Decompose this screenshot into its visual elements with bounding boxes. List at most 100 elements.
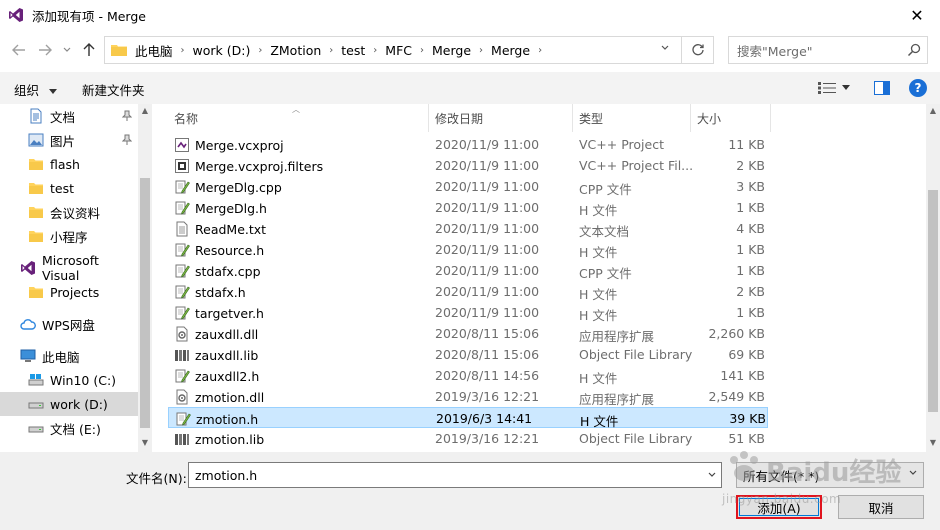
source-file-icon <box>174 263 190 279</box>
breadcrumb-separator-icon[interactable]: › <box>538 45 542 56</box>
file-row[interactable]: MergeDlg.h 2020/11/9 11:00 H 文件 1 KB <box>168 197 768 218</box>
file-name: MergeDlg.cpp <box>195 179 282 195</box>
file-row[interactable]: Merge.vcxproj.filters 2020/11/9 11:00 VC++… <box>168 155 768 176</box>
file-row[interactable]: zauxdll.lib 2020/8/11 15:06 Object File Li… <box>168 344 768 365</box>
file-row[interactable]: zauxdll2.h 2020/8/11 14:56 H 文件 141 KB <box>168 365 768 386</box>
breadcrumb-item[interactable]: Merge <box>432 43 471 58</box>
address-dropdown[interactable] <box>650 36 680 60</box>
filelist-scrollbar[interactable]: ▲ ▼ <box>926 104 940 452</box>
breadcrumb-item[interactable]: 此电脑 <box>135 41 173 60</box>
column-date[interactable]: 修改日期 <box>429 104 573 132</box>
file-name: zauxdll2.h <box>195 368 260 384</box>
file-row[interactable]: Resource.h 2020/11/9 11:00 H 文件 1 KB <box>168 239 768 260</box>
scroll-up-arrow[interactable]: ▲ <box>926 106 940 118</box>
filename-dropdown[interactable] <box>703 463 721 487</box>
sidebar-item[interactable]: 会议资料 <box>0 200 138 224</box>
breadcrumb-separator-icon[interactable]: › <box>479 45 483 56</box>
arrow-up-icon <box>83 43 95 56</box>
scroll-down-arrow[interactable]: ▼ <box>138 438 152 450</box>
file-name: stdafx.cpp <box>195 263 261 279</box>
sidebar-item[interactable]: work (D:) <box>0 392 138 416</box>
recent-dropdown[interactable] <box>56 38 78 62</box>
sidebar-item[interactable]: WPS网盘 <box>0 312 138 336</box>
up-button[interactable] <box>78 38 100 62</box>
sidebar-item-label: flash <box>50 156 80 172</box>
text-file-icon <box>174 221 190 237</box>
file-row[interactable]: stdafx.h 2020/11/9 11:00 H 文件 2 KB <box>168 281 768 302</box>
file-name-cell: Merge.vcxproj <box>174 137 430 153</box>
file-row[interactable]: MergeDlg.cpp 2020/11/9 11:00 CPP 文件 3 KB <box>168 176 768 197</box>
file-date: 2019/3/16 12:21 <box>435 431 540 446</box>
file-name-cell: Merge.vcxproj.filters <box>174 158 430 174</box>
scroll-up-arrow[interactable]: ▲ <box>138 106 152 118</box>
scrollbar-thumb[interactable] <box>140 178 150 428</box>
file-date: 2020/8/11 14:56 <box>435 368 540 383</box>
file-type: H 文件 <box>579 245 618 260</box>
breadcrumb-separator-icon[interactable]: › <box>329 45 333 56</box>
column-type[interactable]: 类型 <box>573 104 691 132</box>
sidebar-item[interactable]: 文档 <box>0 104 138 128</box>
sidebar-item[interactable]: 图片 <box>0 128 138 152</box>
sidebar-item[interactable]: 小程序 <box>0 224 138 248</box>
breadcrumb-item[interactable]: ZMotion <box>270 43 321 58</box>
file-row[interactable]: Merge.vcxproj 2020/11/9 11:00 VC++ Project… <box>168 134 768 155</box>
file-date: 2020/8/11 15:06 <box>435 326 540 341</box>
filters-icon <box>174 158 190 174</box>
file-size: 69 KB <box>728 347 765 362</box>
file-type: H 文件 <box>579 308 618 323</box>
forward-button[interactable] <box>34 38 56 62</box>
refresh-button[interactable] <box>682 36 714 64</box>
help-button[interactable]: ? <box>909 79 927 97</box>
file-type-select[interactable]: 所有文件(*.*) <box>736 462 924 488</box>
search-input[interactable]: 搜索"Merge" <box>728 36 928 64</box>
sidebar-item-label: 文档 <box>50 109 76 125</box>
breadcrumb-separator-icon[interactable]: › <box>373 45 377 56</box>
scrollbar-thumb[interactable] <box>928 190 938 412</box>
chevron-down-icon <box>63 47 71 52</box>
sidebar-item[interactable]: test <box>0 176 138 200</box>
file-row[interactable]: ReadMe.txt 2020/11/9 11:00 文本文档 4 KB <box>168 218 768 239</box>
back-button[interactable] <box>8 38 30 62</box>
source-file-icon <box>174 200 190 216</box>
file-row[interactable]: zmotion.dll 2019/3/16 12:21 应用程序扩展 2,549 KB <box>168 386 768 407</box>
add-button[interactable]: 添加(A) <box>736 495 822 519</box>
file-name: Merge.vcxproj <box>195 137 284 153</box>
close-button[interactable]: ✕ <box>894 0 940 30</box>
sidebar-item[interactable]: 此电脑 <box>0 344 138 368</box>
file-name-cell: zmotion.lib <box>174 431 430 447</box>
file-row[interactable]: targetver.h 2020/11/9 11:00 H 文件 1 KB <box>168 302 768 323</box>
sidebar-item[interactable]: 文档 (E:) <box>0 416 138 440</box>
organize-menu[interactable]: 组织 <box>14 80 57 99</box>
column-header-row: 名称 ︿ 修改日期 类型 大小 <box>168 104 940 132</box>
breadcrumb-item[interactable]: test <box>341 43 365 58</box>
column-size[interactable]: 大小 <box>691 104 771 132</box>
sidebar-item[interactable]: Win10 (C:) <box>0 368 138 392</box>
filename-input[interactable]: zmotion.h <box>188 462 722 488</box>
preview-pane-button[interactable] <box>874 81 890 95</box>
breadcrumb-item[interactable]: work (D:) <box>193 43 251 58</box>
new-folder-button[interactable]: 新建文件夹 <box>82 80 145 99</box>
change-view-button[interactable] <box>818 81 852 95</box>
breadcrumb-item[interactable]: Merge <box>491 43 530 58</box>
file-name: zauxdll.lib <box>195 347 259 363</box>
file-row[interactable]: stdafx.cpp 2020/11/9 11:00 CPP 文件 1 KB <box>168 260 768 281</box>
organize-label: 组织 <box>14 83 40 98</box>
file-size: 1 KB <box>736 200 765 215</box>
breadcrumb-separator-icon[interactable]: › <box>420 45 424 56</box>
sidebar-scrollbar[interactable]: ▲ ▼ <box>138 104 152 452</box>
scroll-down-arrow[interactable]: ▼ <box>926 438 940 450</box>
breadcrumb-separator-icon[interactable]: › <box>181 45 185 56</box>
cancel-button[interactable]: 取消 <box>838 495 924 519</box>
file-date: 2020/11/9 11:00 <box>435 179 540 194</box>
sidebar-item[interactable]: Projects <box>0 280 138 304</box>
file-row[interactable]: zmotion.lib 2019/3/16 12:21 Object File Li… <box>168 428 768 449</box>
address-bar[interactable]: 此电脑 › work (D:) › ZMotion › test › MFC › Merge › Mer… <box>104 36 682 64</box>
sidebar-item[interactable]: Microsoft Visual <box>0 253 138 283</box>
file-row[interactable]: zauxdll.dll 2020/8/11 15:06 应用程序扩展 2,260 KB <box>168 323 768 344</box>
file-name-cell: zmotion.dll <box>174 389 430 405</box>
breadcrumb-item[interactable]: MFC <box>385 43 412 58</box>
file-row[interactable]: zmotion.h 2019/6/3 14:41 H 文件 39 KB <box>168 407 768 429</box>
sidebar-item[interactable]: flash <box>0 152 138 176</box>
breadcrumb-separator-icon[interactable]: › <box>258 45 262 56</box>
file-name-cell: stdafx.h <box>174 284 430 300</box>
